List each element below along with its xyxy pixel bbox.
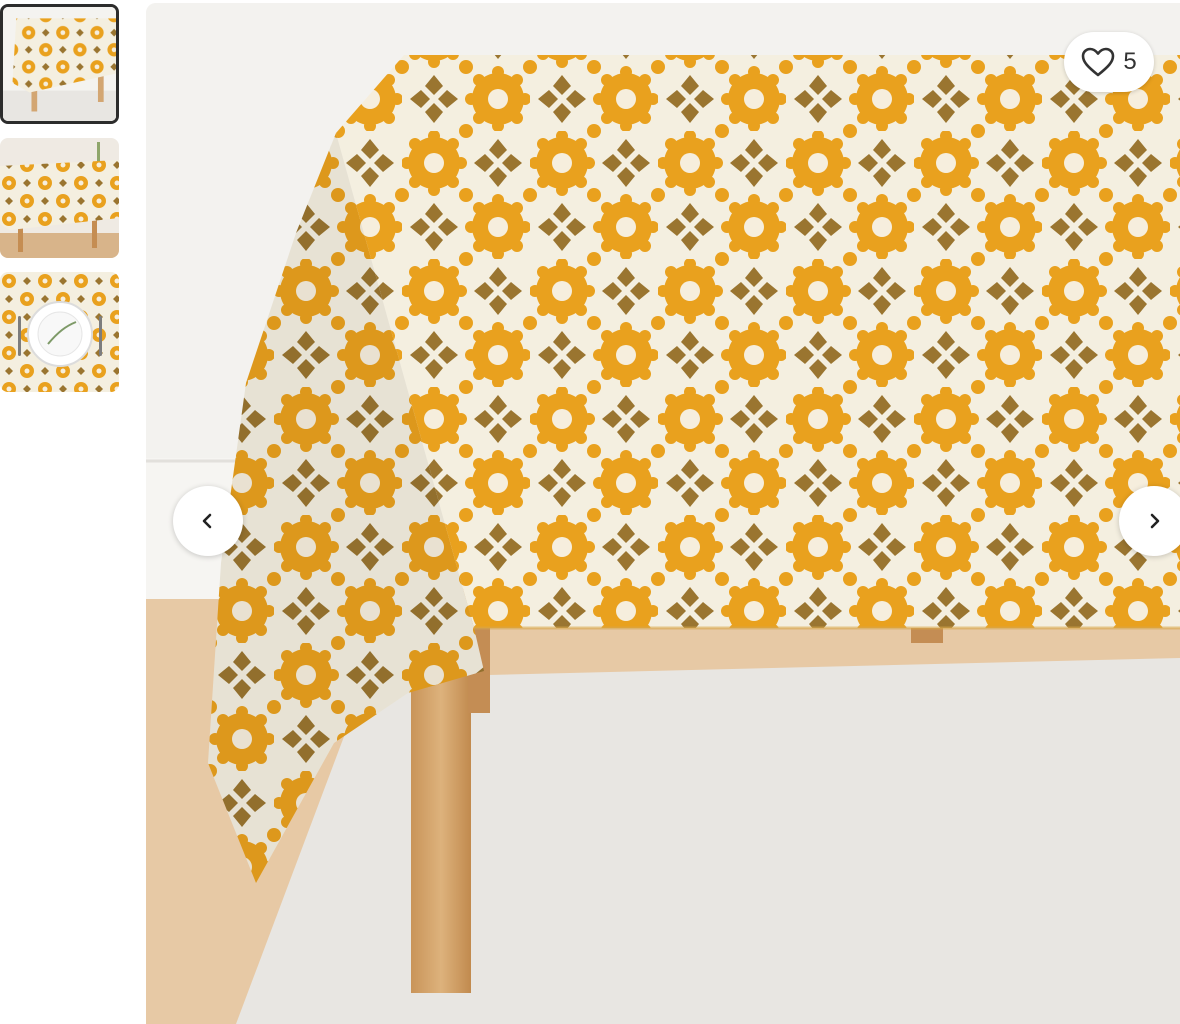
chevron-left-icon xyxy=(202,513,212,529)
next-image-button[interactable] xyxy=(1119,486,1180,556)
thumbnail-image xyxy=(0,272,119,392)
thumbnail-tablecloth-front[interactable] xyxy=(0,4,119,124)
thumbnail-tablecloth-room[interactable] xyxy=(0,138,119,258)
main-product-image: 5 xyxy=(146,3,1180,1024)
previous-image-button[interactable] xyxy=(173,486,243,556)
heart-icon xyxy=(1082,47,1115,77)
thumbnail-image xyxy=(3,7,116,121)
tablecloth-scene xyxy=(146,3,1180,1024)
favorite-button[interactable]: 5 xyxy=(1064,32,1154,92)
favorite-count: 5 xyxy=(1123,48,1137,75)
thumbnail-image xyxy=(0,138,119,258)
chevron-right-icon xyxy=(1150,513,1160,529)
thumbnail-place-setting[interactable] xyxy=(0,272,119,392)
